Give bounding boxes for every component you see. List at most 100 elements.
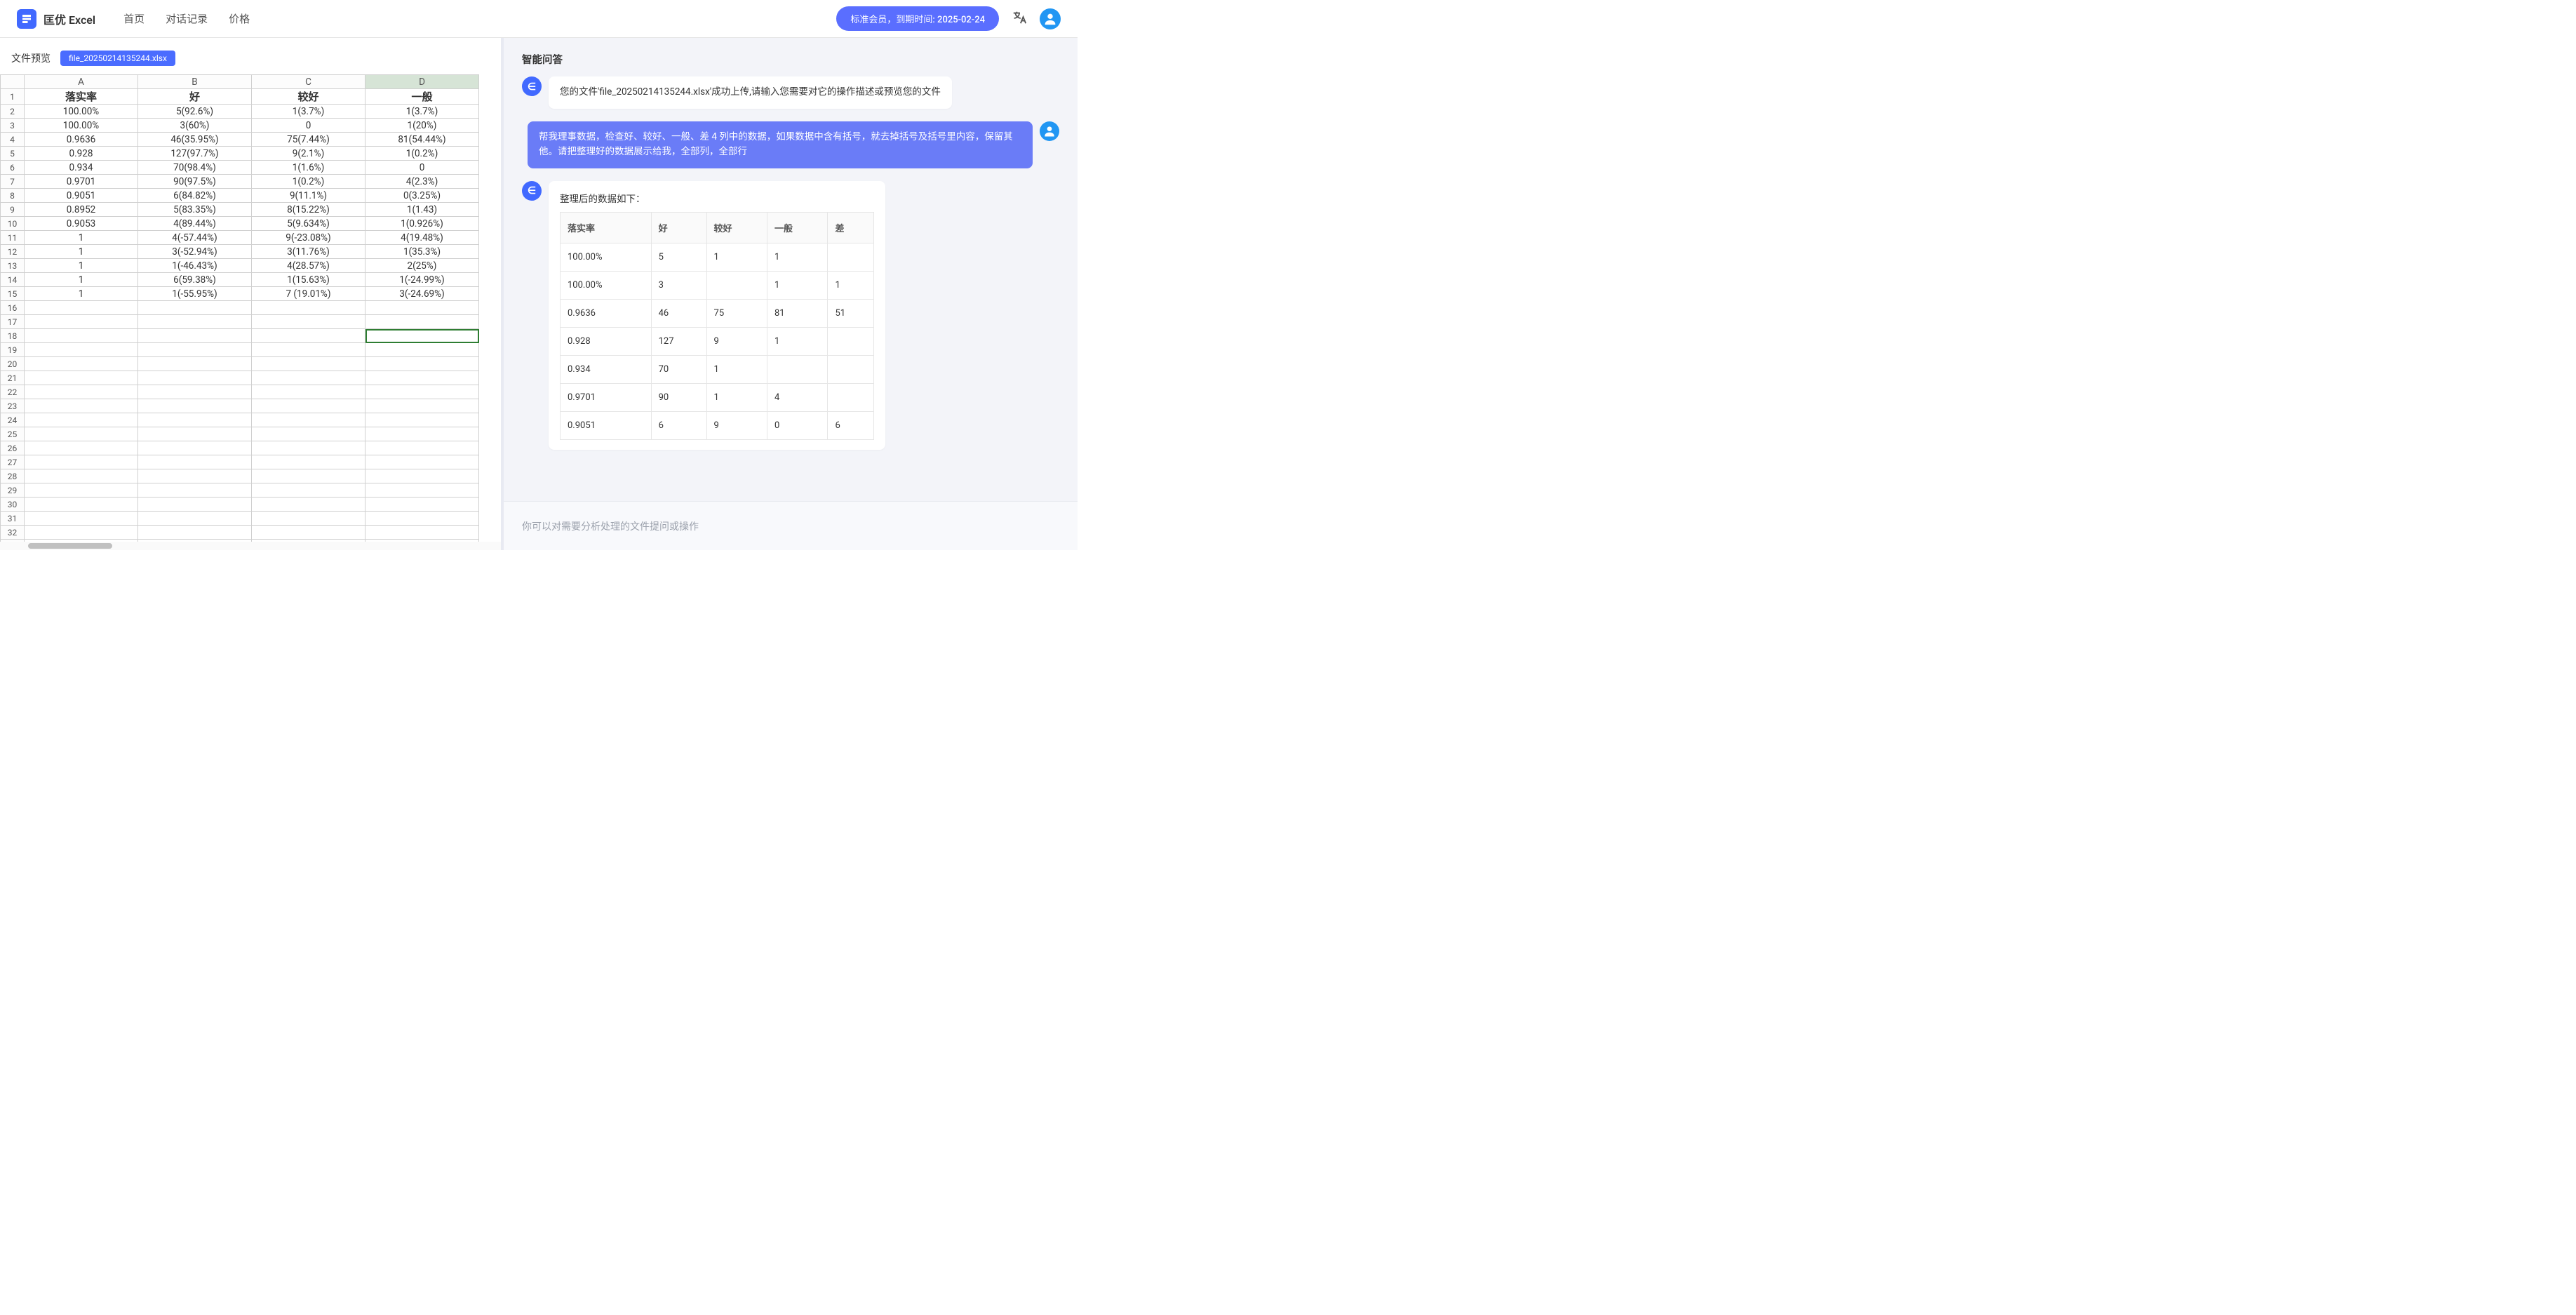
row-header[interactable]: 22	[1, 385, 25, 399]
column-header[interactable]: C	[252, 75, 365, 89]
cell[interactable]: 0.9053	[25, 217, 138, 231]
cell[interactable]	[252, 329, 365, 343]
cell[interactable]: 75(7.44%)	[252, 133, 365, 147]
cell[interactable]: 4(28.57%)	[252, 259, 365, 273]
cell[interactable]	[25, 399, 138, 413]
row-header[interactable]: 4	[1, 133, 25, 147]
cell[interactable]	[252, 483, 365, 498]
cell[interactable]: 4(89.44%)	[138, 217, 252, 231]
cell[interactable]: 0	[252, 119, 365, 133]
cell[interactable]	[25, 301, 138, 315]
cell[interactable]: 9(2.1%)	[252, 147, 365, 161]
member-badge[interactable]: 标准会员，到期时间: 2025-02-24	[836, 6, 999, 31]
row-header[interactable]: 32	[1, 526, 25, 540]
cell[interactable]	[365, 526, 479, 540]
cell[interactable]	[138, 498, 252, 512]
cell[interactable]	[25, 315, 138, 329]
cell[interactable]	[25, 469, 138, 483]
spreadsheet[interactable]: ABCD1落实率好较好一般2100.00%5(92.6%)1(3.7%)1(3.…	[0, 74, 501, 542]
cell[interactable]	[25, 343, 138, 357]
cell[interactable]: 1(3.7%)	[252, 105, 365, 119]
cell[interactable]: 1(-55.95%)	[138, 287, 252, 301]
cell[interactable]	[252, 399, 365, 413]
row-header[interactable]: 25	[1, 427, 25, 441]
cell[interactable]: 70(98.4%)	[138, 161, 252, 175]
cell[interactable]	[25, 441, 138, 455]
cell[interactable]	[25, 371, 138, 385]
cell[interactable]	[138, 315, 252, 329]
row-header[interactable]: 28	[1, 469, 25, 483]
cell[interactable]	[365, 469, 479, 483]
cell[interactable]: 4(2.3%)	[365, 175, 479, 189]
cell[interactable]	[365, 455, 479, 469]
cell[interactable]: 1(1.6%)	[252, 161, 365, 175]
row-header[interactable]: 18	[1, 329, 25, 343]
cell[interactable]	[365, 512, 479, 526]
cell[interactable]: 0.9051	[25, 189, 138, 203]
row-header[interactable]: 19	[1, 343, 25, 357]
cell[interactable]	[138, 483, 252, 498]
cell[interactable]: 100.00%	[25, 119, 138, 133]
cell[interactable]: 1(0.2%)	[252, 175, 365, 189]
cell[interactable]	[138, 526, 252, 540]
row-header[interactable]: 29	[1, 483, 25, 498]
cell[interactable]: 5(92.6%)	[138, 105, 252, 119]
cell[interactable]	[252, 357, 365, 371]
cell[interactable]	[25, 413, 138, 427]
row-header[interactable]: 17	[1, 315, 25, 329]
row-header[interactable]: 11	[1, 231, 25, 245]
cell[interactable]: 100.00%	[25, 105, 138, 119]
row-header[interactable]: 27	[1, 455, 25, 469]
cell[interactable]	[252, 498, 365, 512]
cell[interactable]: 6(59.38%)	[138, 273, 252, 287]
chat-input[interactable]	[522, 513, 1059, 540]
cell[interactable]: 1	[25, 273, 138, 287]
cell[interactable]	[25, 357, 138, 371]
cell[interactable]: 0(3.25%)	[365, 189, 479, 203]
cell[interactable]: 90(97.5%)	[138, 175, 252, 189]
cell[interactable]	[365, 343, 479, 357]
cell[interactable]	[25, 385, 138, 399]
cell[interactable]: 1	[25, 245, 138, 259]
row-header[interactable]: 20	[1, 357, 25, 371]
cell[interactable]: 1(1.43)	[365, 203, 479, 217]
column-header[interactable]: A	[25, 75, 138, 89]
row-header[interactable]: 14	[1, 273, 25, 287]
row-header[interactable]: 16	[1, 301, 25, 315]
row-header[interactable]: 12	[1, 245, 25, 259]
cell[interactable]	[252, 315, 365, 329]
cell[interactable]	[138, 469, 252, 483]
cell[interactable]	[138, 455, 252, 469]
horizontal-scrollbar[interactable]	[0, 542, 501, 550]
cell[interactable]	[138, 441, 252, 455]
cell[interactable]: 1(-24.99%)	[365, 273, 479, 287]
cell[interactable]	[365, 357, 479, 371]
cell[interactable]: 7 (19.01%)	[252, 287, 365, 301]
translate-icon[interactable]	[1012, 10, 1027, 28]
cell[interactable]: 0.9636	[25, 133, 138, 147]
row-header[interactable]: 10	[1, 217, 25, 231]
cell[interactable]: 1	[25, 287, 138, 301]
cell[interactable]	[365, 498, 479, 512]
cell[interactable]: 4(19.48%)	[365, 231, 479, 245]
row-header[interactable]: 8	[1, 189, 25, 203]
cell[interactable]: 好	[138, 89, 252, 105]
row-header[interactable]: 9	[1, 203, 25, 217]
cell[interactable]	[138, 427, 252, 441]
cell[interactable]: 1(0.2%)	[365, 147, 479, 161]
cell[interactable]: 1	[25, 231, 138, 245]
cell[interactable]: 3(60%)	[138, 119, 252, 133]
row-header[interactable]: 2	[1, 105, 25, 119]
cell[interactable]: 8(15.22%)	[252, 203, 365, 217]
cell[interactable]	[252, 371, 365, 385]
cell[interactable]: 一般	[365, 89, 479, 105]
cell[interactable]: 落实率	[25, 89, 138, 105]
row-header[interactable]: 5	[1, 147, 25, 161]
cell[interactable]	[25, 512, 138, 526]
cell[interactable]	[25, 329, 138, 343]
cell[interactable]	[252, 427, 365, 441]
cell[interactable]: 较好	[252, 89, 365, 105]
cell[interactable]: 0.934	[25, 161, 138, 175]
cell[interactable]: 46(35.95%)	[138, 133, 252, 147]
cell[interactable]	[25, 498, 138, 512]
